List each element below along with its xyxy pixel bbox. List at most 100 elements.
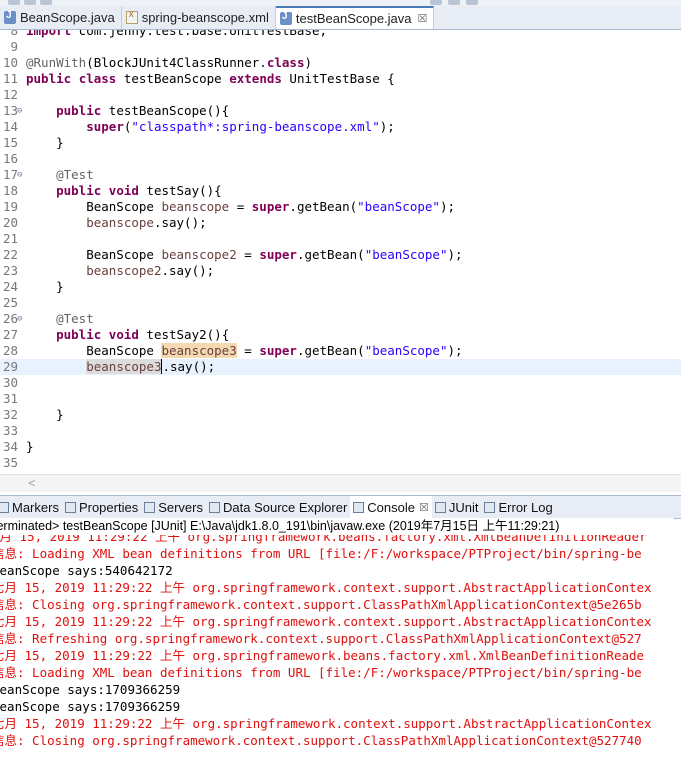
code-text: @RunWith(BlockJUnit4ClassRunner.class) (26, 55, 313, 70)
code-line[interactable]: 35 (0, 455, 681, 471)
code-line[interactable]: 17 ⊖ @Test (0, 167, 681, 183)
servers-icon (144, 501, 156, 513)
view-tab-label: Markers (12, 499, 59, 515)
console-line: BeanScope says:540642172 (0, 563, 173, 578)
code-text: BeanScope beanscope = super.getBean("bea… (26, 199, 456, 214)
code-line[interactable]: 34} (0, 439, 681, 455)
toolbar-button[interactable] (430, 0, 442, 5)
toolbar-button[interactable] (448, 0, 460, 5)
code-line[interactable]: 24 } (0, 279, 681, 295)
code-editor[interactable]: 8 import com.jenny.test.base.UnitTestBase… (0, 30, 681, 473)
code-line[interactable]: 18 public void testSay(){ (0, 183, 681, 199)
editor-tab[interactable]: BeanScope.java (0, 6, 122, 29)
toolbar-button[interactable] (466, 0, 478, 5)
view-tab[interactable]: Properties (62, 496, 141, 518)
console-line: 七月 15, 2019 11:29:22 上午 org.springframew… (0, 614, 652, 629)
code-text: public void testSay2(){ (56, 327, 230, 342)
toolbar-button[interactable] (40, 0, 52, 5)
code-line[interactable]: 16 (0, 151, 681, 167)
line-number: 26 (2, 311, 18, 326)
code-line[interactable]: 12 (0, 87, 681, 103)
line-number: 35 (2, 455, 18, 470)
view-tab-label: Error Log (498, 499, 553, 515)
toolbar-button[interactable] (24, 0, 36, 5)
editor-tab-label: spring-beanscope.xml (141, 10, 269, 25)
code-line[interactable]: 9 (0, 39, 681, 55)
fold-toggle-icon[interactable]: ⊖ (17, 167, 22, 183)
java-file-icon (279, 11, 292, 25)
view-tab-bar: Markers Properties Servers Data Source Expl… (0, 495, 681, 519)
editor-tab[interactable]: spring-beanscope.xml (122, 6, 276, 29)
code-text: public testBeanScope(){ (56, 103, 230, 118)
code-line[interactable]: 29 beanscope3.say(); (0, 359, 681, 375)
code-line[interactable]: 19 BeanScope beanscope = super.getBean("… (0, 199, 681, 215)
java-file-icon (4, 10, 16, 24)
code-text: } (26, 407, 64, 422)
line-number: 18 (2, 183, 18, 198)
code-line[interactable]: 13 ⊖ public testBeanScope(){ (0, 103, 681, 119)
code-line[interactable]: 32 } (0, 407, 681, 423)
line-number: 28 (2, 343, 18, 358)
code-line[interactable]: 23 beanscope2.say(); (0, 263, 681, 279)
code-text: beanscope2.say(); (86, 263, 215, 278)
line-number: 32 (2, 407, 18, 422)
toolbar-button[interactable] (8, 0, 20, 5)
code-line[interactable]: 26 ⊖ @Test (0, 311, 681, 327)
code-text: } (26, 135, 64, 150)
line-number: 24 (2, 279, 18, 294)
close-view-icon[interactable]: ☒ (419, 501, 429, 514)
scroll-left-arrow-icon[interactable]: < (28, 476, 35, 490)
view-tab[interactable]: Servers (141, 496, 206, 518)
editor-tab[interactable]: testBeanScope.java ☒ (275, 6, 435, 29)
console-line: 七月 15, 2019 11:29:22 上午 org.springframew… (0, 580, 652, 595)
console-line: 信息: Loading XML bean definitions from UR… (0, 665, 642, 680)
fold-toggle-icon[interactable]: ⊖ (17, 311, 22, 327)
code-text: beanscope.say(); (86, 215, 207, 230)
code-line[interactable]: 11 public class testBeanScope extends Uni… (0, 71, 681, 87)
code-line[interactable]: 21 (0, 231, 681, 247)
close-tab-icon[interactable]: ☒ (418, 12, 428, 25)
horizontal-scrollbar[interactable]: < (0, 474, 681, 492)
code-line[interactable]: 22 BeanScope beanscope2 = super.getBean(… (0, 247, 681, 263)
code-text: super("classpath*:spring-beanscope.xml")… (86, 119, 395, 134)
console-line: 信息: Closing org.springframework.context.… (0, 597, 642, 612)
code-text: @Test (56, 167, 94, 182)
view-tab-label: Console (367, 499, 415, 515)
console-line: 信息: Closing org.springframework.context.… (0, 733, 642, 748)
code-line[interactable]: 25 (0, 295, 681, 311)
code-text: public void testSay(){ (56, 183, 222, 198)
markers-icon (0, 501, 9, 513)
console-line: BeanScope says:1709366259 (0, 682, 181, 697)
console-line: BeanScope says:1709366259 (0, 699, 181, 714)
code-line[interactable]: 10 @RunWith(BlockJUnit4ClassRunner.class) (0, 55, 681, 71)
editor-tab-label: BeanScope.java (20, 10, 115, 25)
code-line[interactable]: 30 (0, 375, 681, 391)
view-tab[interactable]: Error Log (481, 496, 555, 518)
code-line[interactable]: 15 } (0, 135, 681, 151)
console-process-label: terminated> testBeanScope [JUnit] E:\Jav… (0, 518, 674, 535)
view-tab[interactable]: JUnit (432, 496, 482, 518)
code-line[interactable]: 8 import com.jenny.test.base.UnitTestBase… (0, 30, 681, 39)
fold-toggle-icon[interactable]: ⊖ (17, 103, 22, 119)
code-text: BeanScope beanscope3 = super.getBean("be… (26, 343, 463, 358)
console-line: 信息: Loading XML bean definitions from UR… (0, 546, 642, 561)
code-line[interactable]: 20 beanscope.say(); (0, 215, 681, 231)
line-number: 13 (2, 103, 18, 118)
code-line[interactable]: 14 super("classpath*:spring-beanscope.xm… (0, 119, 681, 135)
line-number: 19 (2, 199, 18, 214)
view-tab-label: Data Source Explorer (223, 499, 348, 515)
view-tab[interactable]: Markers (0, 496, 62, 518)
view-tab[interactable]: Data Source Explorer (206, 496, 350, 518)
code-line[interactable]: 33 (0, 423, 681, 439)
view-tab-label: JUnit (448, 499, 479, 515)
line-number: 30 (2, 375, 18, 390)
data-source-icon (209, 501, 220, 513)
line-number: 17 (2, 167, 18, 182)
console-output[interactable]: 7月 15, 2019 11:29:22 上午 org.springframew… (0, 535, 681, 758)
properties-icon (64, 501, 76, 513)
view-tab[interactable]: Console ☒ (350, 496, 432, 518)
code-line[interactable]: 28 BeanScope beanscope3 = super.getBean(… (0, 343, 681, 359)
line-number: 21 (2, 231, 18, 246)
code-line[interactable]: 31 (0, 391, 681, 407)
code-line[interactable]: 27 public void testSay2(){ (0, 327, 681, 343)
